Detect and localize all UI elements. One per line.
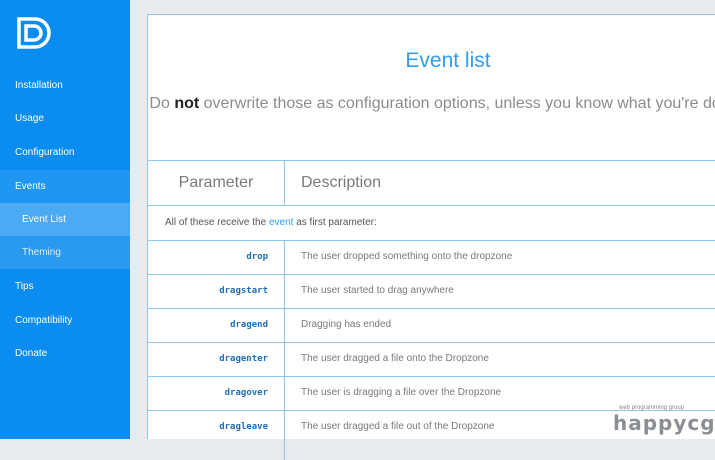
table-note: All of these receive the event as first … [165,206,377,240]
watermark-text: happycgi [613,411,715,435]
event-description: The user dragged a file onto the Dropzon… [301,353,489,364]
sidebar-item-configuration[interactable]: Configuration [0,136,130,169]
column-divider [284,160,285,205]
event-description: The user dropped something onto the drop… [301,251,513,262]
note-text-pre: All of these receive the [165,217,269,228]
sidebar-item-installation[interactable]: Installation [0,69,130,102]
sidebar-item-donate[interactable]: Donate [0,337,130,370]
content-panel: Event list Do not overwrite those as con… [147,14,715,460]
event-description: The user is dragging a file over the Dro… [301,387,502,398]
page-title: Event list [405,49,491,72]
event-param: dragenter [219,354,268,364]
event-param: dragstart [219,286,268,296]
sidebar-item-compatibility[interactable]: Compatibility [0,304,130,337]
note-text-post: as first parameter: [293,217,377,228]
dropzone-logo-icon[interactable] [15,15,51,51]
page-subtitle: Do not overwrite those as configuration … [148,91,715,117]
subtitle-text-post: overwrite those as configuration options… [199,95,715,112]
sidebar-item-event-list[interactable]: Event List [0,203,130,236]
watermark-logo: web programming group happycgi [611,405,715,435]
subtitle-emphasis: not [174,95,200,112]
event-description: The user started to drag anywhere [301,285,454,296]
event-param: dragend [230,320,268,330]
table-row: dragstart The user started to drag anywh… [148,274,715,308]
sidebar-item-events[interactable]: Events [0,170,130,203]
table-row: dragenter The user dragged a file onto t… [148,342,715,376]
column-header-parameter: Parameter [178,174,254,191]
sidebar-item-usage[interactable]: Usage [0,102,130,135]
subtitle-text-pre: Do [149,95,175,112]
sidebar-item-tips[interactable]: Tips [0,270,130,303]
event-param: dragover [224,388,268,398]
table-row: drop The user dropped something onto the… [148,240,715,274]
event-description: Dragging has ended [301,319,392,330]
table-row: dragend Dragging has ended [148,308,715,342]
event-link[interactable]: event [269,217,293,228]
column-header-description: Description [301,174,382,191]
event-param: drop [246,252,268,262]
sidebar-item-theming[interactable]: Theming [0,236,130,269]
sidebar: Installation Usage Configuration Events … [0,0,130,439]
